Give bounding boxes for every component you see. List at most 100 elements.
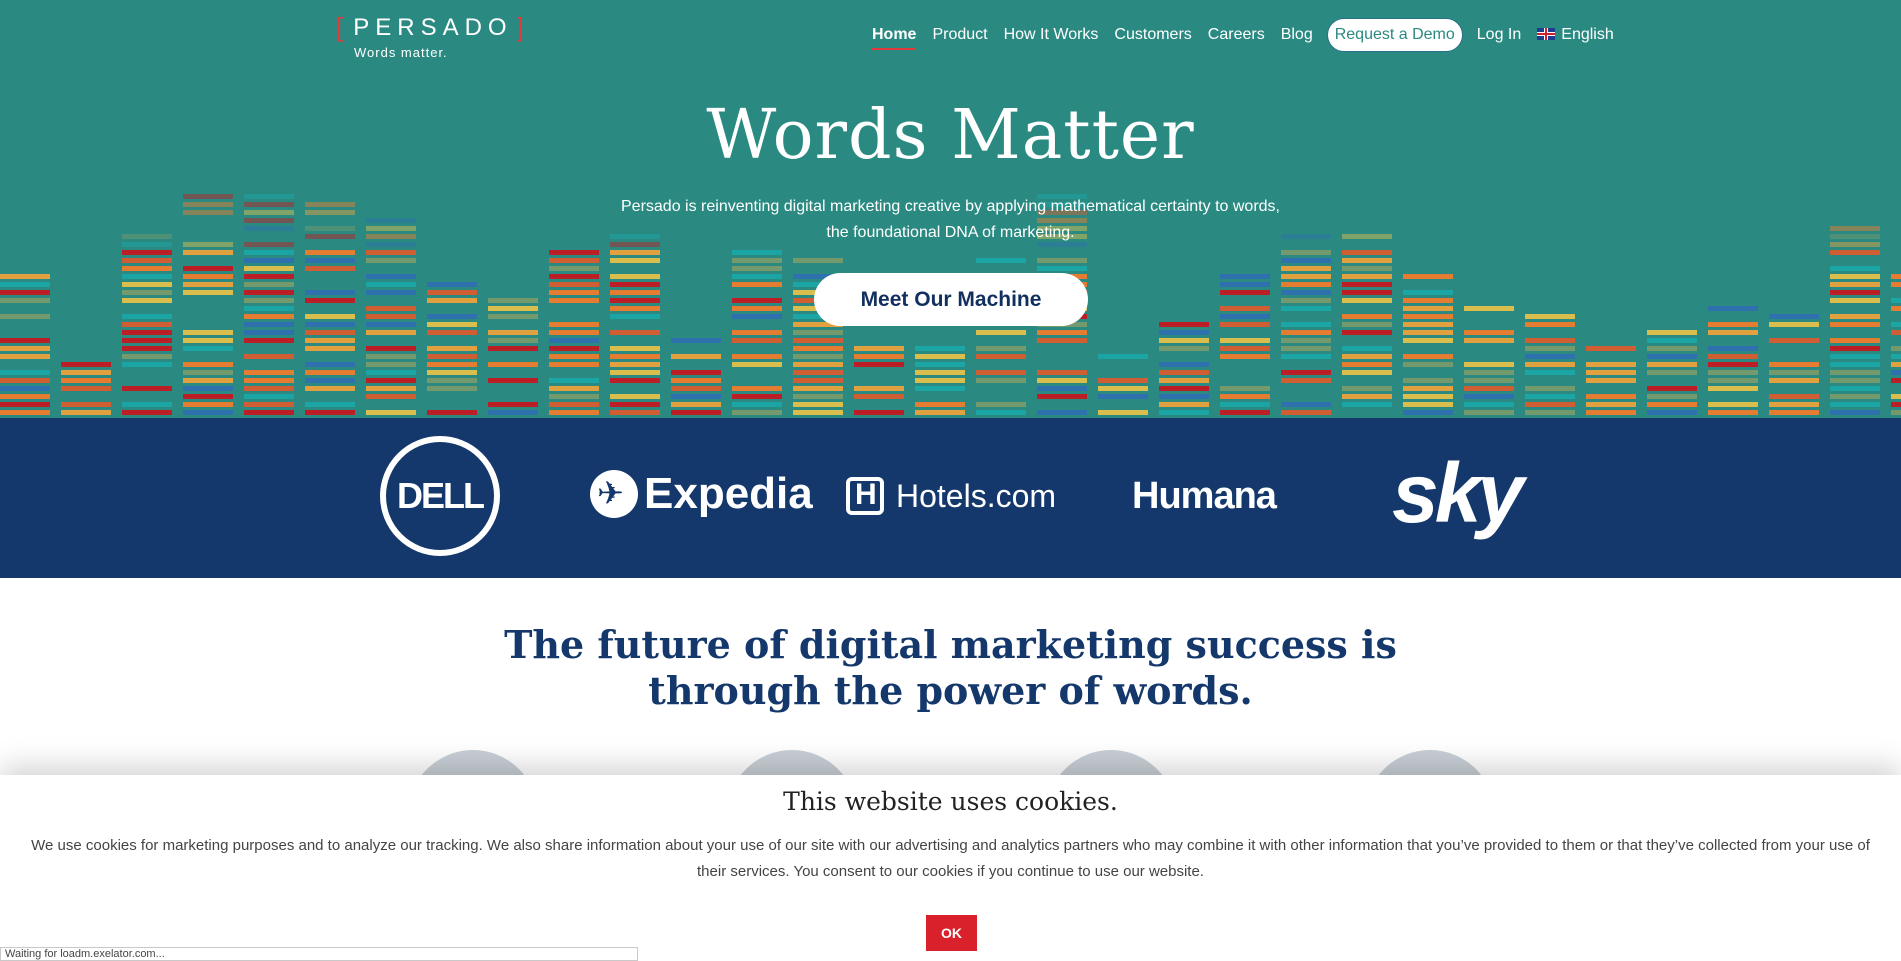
hero-bar-segment (1586, 394, 1636, 399)
nav-careers[interactable]: Careers (1200, 26, 1273, 44)
hero-bar-segment (1891, 298, 1901, 303)
hero-bar-segment (854, 394, 904, 399)
nav-product[interactable]: Product (924, 26, 995, 44)
hero-bar-segment (305, 226, 355, 231)
hero-bar-segment (1708, 378, 1758, 383)
meet-our-machine-button[interactable]: Meet Our Machine (814, 273, 1088, 326)
hero-bar-segment (1769, 338, 1819, 343)
hero-bar-segment (610, 330, 660, 335)
hero-bar-segment (122, 322, 172, 327)
hero-bar-segment (1342, 354, 1392, 359)
hero-bar-segment (1891, 322, 1901, 327)
hero-bar-segment (1830, 346, 1880, 351)
headline-line-1: The future of digital marketing success … (504, 622, 1397, 667)
hero-bar-segment (610, 258, 660, 263)
hero-bar-segment (61, 362, 111, 367)
hero-bar-segment (1403, 362, 1453, 367)
hero-bar-segment (1525, 346, 1575, 351)
hero-bar-segment (1342, 362, 1392, 367)
hero-bar-segment (1830, 394, 1880, 399)
logo-bracket-left: [ (336, 12, 344, 42)
nav-home[interactable]: Home (864, 26, 924, 50)
hero-bar-segment (1586, 410, 1636, 415)
hero-bar-segment (427, 410, 477, 415)
hero-bar-segment (1464, 386, 1514, 391)
hero-bar-segment (732, 298, 782, 303)
hero-bar-segment (1464, 330, 1514, 335)
hero-bar-segment (488, 378, 538, 383)
hero-bar-segment (1891, 410, 1901, 415)
hero-bar-segment (1159, 346, 1209, 351)
hero-bar-segment (854, 346, 904, 351)
hero-bar-segment (1464, 306, 1514, 311)
hero-bar-segment (671, 338, 721, 343)
hero-bar-segment (854, 362, 904, 367)
hero-bar-segment (0, 386, 50, 391)
hero-bar-segment (976, 370, 1026, 375)
hero-bar-segment (366, 274, 416, 279)
hero-bar-segment (549, 354, 599, 359)
hero-bar-segment (427, 346, 477, 351)
hero-bar-segment (244, 290, 294, 295)
hero-bar-segment (732, 258, 782, 263)
hero-bar-segment (305, 234, 355, 239)
headline-line-2: through the power of words. (648, 668, 1253, 713)
hero-bar-segment (0, 370, 50, 375)
nav-how-it-works[interactable]: How It Works (996, 26, 1107, 44)
request-demo-button[interactable]: Request a Demo (1326, 18, 1463, 52)
hero-bar-segment (915, 354, 965, 359)
hero-bar-segment (1159, 402, 1209, 407)
logo-bracket-right: ] (516, 12, 524, 42)
persado-logo[interactable]: [ PERSADO ] Words matter. (336, 12, 524, 60)
hero-bar-segment (1159, 378, 1209, 383)
hero-bar-segment (183, 394, 233, 399)
hero-bar-segment (1281, 378, 1331, 383)
hero-bar-segment (1281, 410, 1331, 415)
hero-bar-segment (1403, 330, 1453, 335)
hero-bar-segment (244, 298, 294, 303)
hero-bar-segment (732, 250, 782, 255)
hero-bar-segment (1098, 378, 1148, 383)
hero-bar-segment (1037, 394, 1087, 399)
hero-bar-segment (1220, 290, 1270, 295)
hero-bar-segment (1647, 386, 1697, 391)
hero-bar-segment (1830, 266, 1880, 271)
hero-bar-segment (1891, 378, 1901, 383)
hero-bar-segment (183, 194, 233, 199)
hero-bar-segment (793, 378, 843, 383)
hero-bar-segment (793, 362, 843, 367)
hero-bar-segment (1830, 234, 1880, 239)
hero-bar-segment (305, 266, 355, 271)
hero-bar-segment (1281, 402, 1331, 407)
hero-bar-segment (1220, 338, 1270, 343)
hero-bar-segment (1342, 274, 1392, 279)
hero-bar-segment (1281, 266, 1331, 271)
nav-blog[interactable]: Blog (1273, 26, 1321, 44)
hero-bar-segment (549, 298, 599, 303)
hero-bar-segment (1037, 330, 1087, 335)
hero-bar-segment (671, 378, 721, 383)
hero-bar-segment (1647, 330, 1697, 335)
hero-bar-segment (122, 282, 172, 287)
hero-bar-segment (915, 378, 965, 383)
hero-bar-segment (0, 290, 50, 295)
language-selector[interactable]: English (1529, 26, 1621, 44)
nav-customers[interactable]: Customers (1106, 26, 1199, 44)
hero-bar-segment (427, 298, 477, 303)
hero-bar-segment (427, 370, 477, 375)
hero-bar-segment (1342, 346, 1392, 351)
nav-login[interactable]: Log In (1469, 26, 1529, 44)
hero-bar-segment (1525, 354, 1575, 359)
cookie-ok-button[interactable]: OK (926, 915, 977, 951)
hero-bar-segment (915, 346, 965, 351)
hero-bar-segment (732, 266, 782, 271)
hero-bar-segment (122, 314, 172, 319)
hero-bar-segment (1281, 234, 1331, 239)
hero-bar-segment (366, 290, 416, 295)
hero-bar-segment (366, 410, 416, 415)
hero-bar-segment (610, 394, 660, 399)
hero-bar-segment (1403, 394, 1453, 399)
hero-bar-segment (610, 282, 660, 287)
hero-bar-segment (1342, 322, 1392, 327)
hero-bar-segment (1830, 378, 1880, 383)
